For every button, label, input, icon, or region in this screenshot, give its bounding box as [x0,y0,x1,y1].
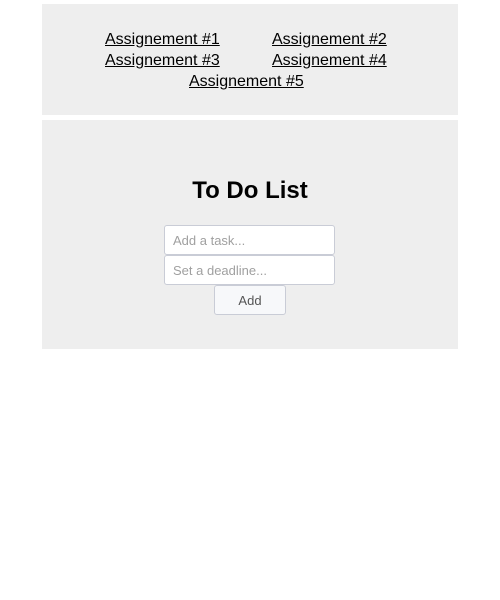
page-title: To Do List [192,177,308,204]
nav-link-assignment-1[interactable]: Assignement #1 [105,30,220,49]
task-input[interactable] [164,225,335,255]
add-task-button[interactable]: Add [214,285,286,315]
deadline-input[interactable] [164,255,335,285]
todo-panel: To Do List Add [42,120,458,349]
nav-link-assignment-3[interactable]: Assignement #3 [105,51,220,70]
nav-link-assignment-5[interactable]: Assignement #5 [189,72,304,91]
assignment-nav: Assignement #1 Assignement #2 Assignemen… [42,4,458,115]
nav-link-assignment-4[interactable]: Assignement #4 [272,51,387,70]
nav-link-assignment-2[interactable]: Assignement #2 [272,30,387,49]
